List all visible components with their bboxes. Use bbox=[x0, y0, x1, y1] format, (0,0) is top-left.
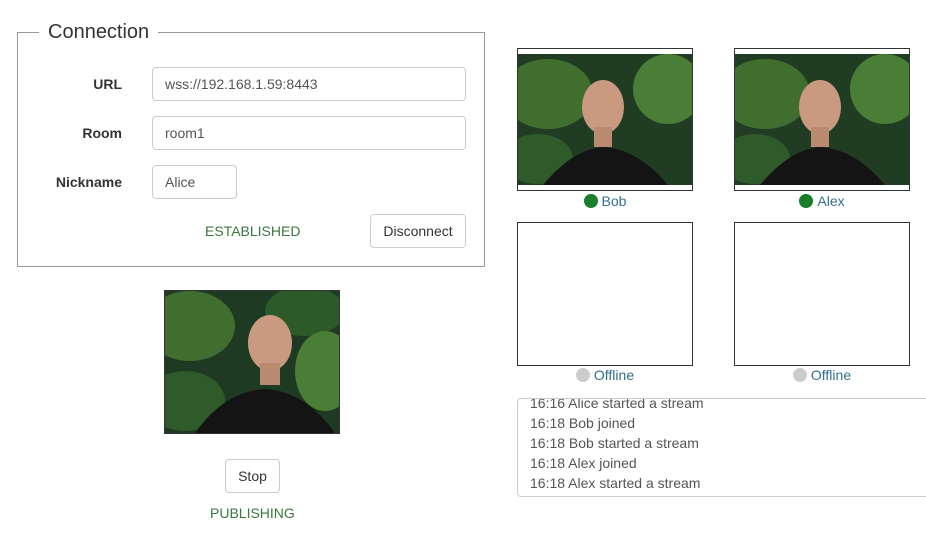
log-line: 16:18 Alex joined bbox=[530, 455, 637, 471]
participant-name: Offline bbox=[593, 367, 635, 383]
remote-video-4 bbox=[734, 222, 910, 366]
log-line: 16:18 Alex started a stream bbox=[530, 475, 701, 491]
publishing-status: PUBLISHING bbox=[210, 505, 295, 521]
online-status-icon bbox=[799, 194, 814, 208]
remote-video-1 bbox=[517, 48, 693, 191]
disconnect-button[interactable]: Disconnect bbox=[370, 214, 466, 248]
room-label: Room bbox=[82, 125, 122, 141]
connection-status: ESTABLISHED bbox=[205, 223, 301, 239]
log-line: 16:16 Alice started a stream bbox=[530, 398, 704, 411]
offline-status-icon bbox=[575, 368, 590, 382]
offline-status-icon bbox=[792, 368, 807, 382]
participant-alex: Alex bbox=[734, 193, 910, 209]
log-line: 16:18 Bob started a stream bbox=[530, 435, 699, 451]
online-status-icon bbox=[583, 194, 598, 208]
remote-video-2 bbox=[734, 48, 910, 191]
nickname-input[interactable]: Alice bbox=[152, 165, 237, 199]
connection-legend: Connection bbox=[39, 20, 159, 44]
participant-name: Bob bbox=[601, 193, 627, 209]
log-line: 16:18 Bob joined bbox=[530, 415, 636, 431]
nickname-label: Nickname bbox=[55, 174, 122, 190]
url-input[interactable]: wss://192.168.1.59:8443 bbox=[152, 67, 466, 101]
event-log[interactable]: 16:16 Alice started a stream 16:18 Bob j… bbox=[517, 398, 926, 497]
stop-button[interactable]: Stop bbox=[225, 459, 280, 493]
url-label: URL bbox=[93, 76, 122, 92]
participant-name: Alex bbox=[817, 193, 845, 209]
local-video bbox=[164, 290, 340, 434]
room-input[interactable]: room1 bbox=[152, 116, 466, 150]
participant-name: Offline bbox=[810, 367, 852, 383]
participant-bob: Bob bbox=[517, 193, 693, 209]
participant-slot-4: Offline bbox=[734, 367, 910, 383]
participant-slot-3: Offline bbox=[517, 367, 693, 383]
remote-video-3 bbox=[517, 222, 693, 366]
